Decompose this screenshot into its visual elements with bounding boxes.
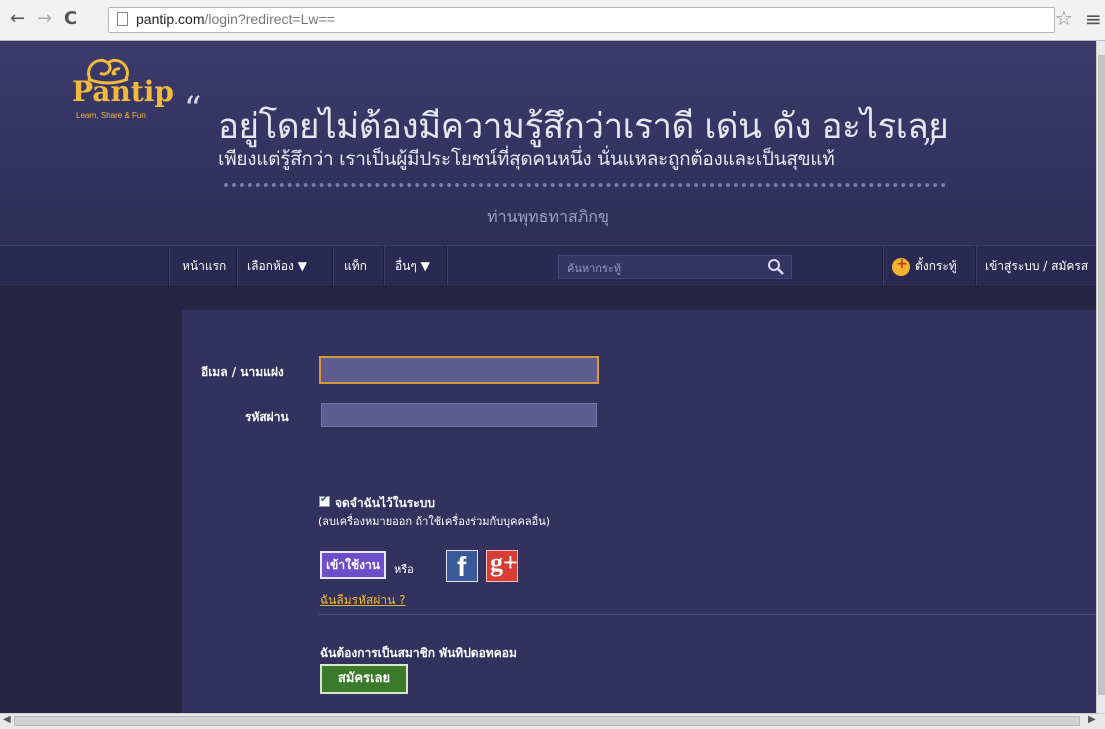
email-label: อีเมล / นามแฝง: [201, 365, 284, 379]
scroll-left-icon[interactable]: ◀: [3, 714, 11, 725]
nav-choose-room[interactable]: เลือกห้อง ▼: [247, 246, 307, 286]
nav-login-register[interactable]: เข้าสู่ระบบ / สมัครส: [985, 246, 1088, 286]
nav-separator: [446, 246, 448, 286]
nav-home[interactable]: หน้าแรก: [182, 246, 226, 286]
section-divider: [318, 614, 1096, 615]
search-box[interactable]: ค้นหากระทู้: [558, 255, 792, 279]
nav-separator: [975, 246, 977, 286]
browser-toolbar: ← → C pantip.com/login?redirect=Lw== ☆ ≡: [0, 0, 1105, 41]
nav-separator: [882, 246, 884, 286]
facebook-glyph: f: [457, 551, 467, 582]
or-text: หรือ: [394, 563, 414, 576]
horizontal-scroll-thumb[interactable]: [14, 716, 1080, 726]
remember-checkbox[interactable]: [319, 494, 330, 507]
logo-tagline: Learn, Share & Fun: [76, 111, 146, 120]
login-panel: อีเมล / นามแฝง รหัสผ่าน จดจำฉันไว้ในระบบ…: [182, 310, 1096, 713]
nav-separator: [168, 246, 170, 286]
quote-author: ท่านพุทธทาสภิกขุ: [487, 207, 609, 226]
page: Pantip Learn, Share & Fun “ อยู่โดยไม่ต้…: [0, 41, 1096, 713]
bookmark-star-icon[interactable]: ☆: [1055, 6, 1073, 30]
url-path: /login?redirect=Lw==: [204, 11, 335, 27]
remember-label[interactable]: จดจำฉันไว้ในระบบ: [335, 494, 435, 513]
google-plus-login-icon[interactable]: g+: [486, 548, 518, 582]
vertical-scrollbar[interactable]: [1096, 41, 1105, 713]
back-icon[interactable]: ←: [10, 9, 25, 29]
main-navbar: หน้าแรก เลือกห้อง ▼ แท็ก อื่นๆ ▼ ค้นหากร…: [0, 245, 1096, 287]
close-quote-icon: ”: [922, 133, 938, 168]
browser-menu-icon[interactable]: ≡: [1085, 7, 1102, 31]
open-quote-icon: “: [184, 89, 202, 129]
nav-new-topic[interactable]: ตั้งกระทู้: [915, 246, 957, 286]
nav-tags[interactable]: แท็ก: [344, 246, 367, 286]
url-text[interactable]: pantip.com/login?redirect=Lw==: [136, 11, 335, 27]
nav-others[interactable]: อื่นๆ ▼: [395, 246, 430, 286]
forward-icon[interactable]: →: [37, 9, 52, 29]
new-topic-icon[interactable]: [892, 256, 910, 276]
vertical-scroll-thumb[interactable]: [1098, 55, 1105, 695]
quote-line-2: เพียงแต่รู้สึกว่า เราเป็นผู้มีประโยชน์ที…: [218, 148, 835, 170]
signup-prompt: ฉันต้องการเป็นสมาชิก พันทิปดอทคอม: [320, 646, 517, 660]
search-input[interactable]: ค้นหากระทู้: [567, 259, 621, 277]
url-host: pantip.com: [136, 11, 205, 27]
nav-separator: [236, 246, 238, 286]
address-bar[interactable]: pantip.com/login?redirect=Lw==: [108, 7, 1055, 33]
login-button[interactable]: เข้าใช้งาน: [320, 551, 386, 579]
site-header: Pantip Learn, Share & Fun “ อยู่โดยไม่ต้…: [0, 41, 1096, 245]
signup-button[interactable]: สมัครเลย: [320, 664, 408, 694]
page-icon: [117, 12, 128, 26]
google-plus-glyph: g+: [490, 548, 518, 577]
scroll-right-icon[interactable]: ▶: [1088, 714, 1096, 725]
facebook-login-icon[interactable]: f: [446, 550, 478, 582]
dotted-divider: [224, 183, 946, 187]
forgot-password-link[interactable]: ฉันลืมรหัสผ่าน ?: [320, 591, 405, 610]
logo[interactable]: Pantip: [72, 75, 174, 108]
remember-note: (ลบเครื่องหมายออก ถ้าใช้เครื่องร่วมกับบุ…: [318, 515, 551, 528]
nav-separator: [332, 246, 334, 286]
password-field[interactable]: [321, 403, 597, 427]
nav-separator: [383, 246, 385, 286]
password-label: รหัสผ่าน: [245, 410, 289, 424]
email-field[interactable]: [319, 356, 599, 384]
search-icon[interactable]: [765, 256, 787, 278]
horizontal-scrollbar[interactable]: ◀ ▶: [0, 713, 1105, 729]
reload-icon[interactable]: C: [64, 9, 77, 29]
